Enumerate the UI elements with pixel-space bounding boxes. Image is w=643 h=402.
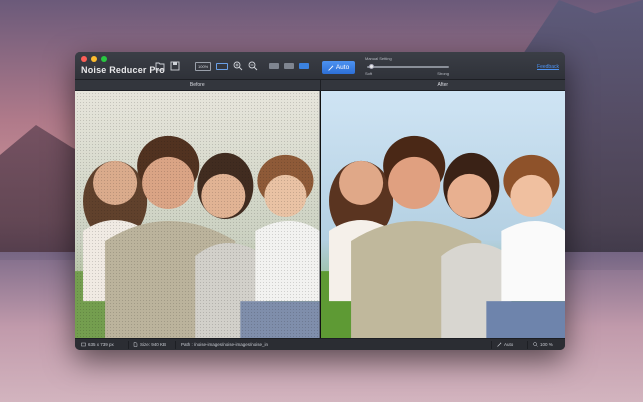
magnifier-icon xyxy=(533,342,538,347)
auto-button[interactable]: Auto xyxy=(322,61,355,74)
view-mode-tools xyxy=(269,63,309,69)
filesize-text: Size: 940 KB xyxy=(140,342,167,347)
fit-window-button[interactable] xyxy=(216,62,229,70)
image-size-icon xyxy=(81,342,86,347)
family-photo-before xyxy=(75,91,320,338)
zoom-tools: 100% xyxy=(195,61,258,71)
app-title: Noise Reducer Pro xyxy=(81,65,165,75)
before-image[interactable] xyxy=(75,91,321,338)
strength-slider-knob[interactable] xyxy=(368,64,374,69)
status-divider xyxy=(128,341,129,349)
path-text: Path : /noise-images/noise-images/noise_… xyxy=(181,342,269,347)
panel-header: Before After xyxy=(75,80,565,91)
save-icon[interactable] xyxy=(170,61,180,71)
zoom-100-button[interactable]: 100% xyxy=(195,61,212,71)
view-split-button[interactable] xyxy=(284,63,294,69)
status-bar: 635 x 739 px Size: 940 KB Path : /noise-… xyxy=(75,338,565,350)
dimensions-text: 635 x 739 px xyxy=(88,342,114,347)
manual-setting-label: Manual Setting xyxy=(365,56,392,61)
minimize-button[interactable] xyxy=(91,56,97,62)
window-controls xyxy=(81,56,107,62)
zoom-out-icon[interactable] xyxy=(248,61,258,71)
status-divider xyxy=(175,341,176,349)
image-panels xyxy=(75,91,565,338)
app-window: Noise Reducer Pro 100% Auto Manual Setti… xyxy=(75,52,565,350)
titlebar: Noise Reducer Pro 100% Auto Manual Setti… xyxy=(75,52,565,80)
path-status: Path : /noise-images/noise-images/noise_… xyxy=(181,342,268,347)
zoom-text: 100 % xyxy=(540,342,553,347)
filesize-status: Size: 940 KB xyxy=(133,342,166,347)
mode-status: Auto xyxy=(497,342,513,347)
auto-button-label: Auto xyxy=(335,64,350,71)
zoom-in-icon[interactable] xyxy=(233,61,243,71)
view-side-by-side-button[interactable] xyxy=(299,63,309,69)
mode-text: Auto xyxy=(504,342,514,347)
close-button[interactable] xyxy=(81,56,87,62)
status-divider xyxy=(527,341,528,349)
maximize-button[interactable] xyxy=(101,56,107,62)
feedback-link[interactable]: Feedback xyxy=(537,64,559,70)
after-image[interactable] xyxy=(320,91,565,338)
status-divider xyxy=(491,341,492,349)
magic-wand-icon xyxy=(328,64,334,71)
magic-wand-icon xyxy=(497,342,502,347)
file-icon xyxy=(133,342,138,347)
strength-slider[interactable] xyxy=(367,66,449,68)
zoom-status: 100 % xyxy=(533,342,553,347)
after-label: After xyxy=(437,82,449,88)
file-tools xyxy=(155,61,180,71)
slider-max-label: Strong xyxy=(437,71,449,76)
manual-setting: Manual Setting Soft Strong xyxy=(365,56,449,76)
folder-open-icon[interactable] xyxy=(155,61,165,71)
slider-min-label: Soft xyxy=(365,71,373,76)
family-photo-after xyxy=(320,91,565,338)
dimensions-status: 635 x 739 px xyxy=(81,342,114,347)
before-label: Before xyxy=(75,80,321,90)
view-single-button[interactable] xyxy=(269,63,279,69)
